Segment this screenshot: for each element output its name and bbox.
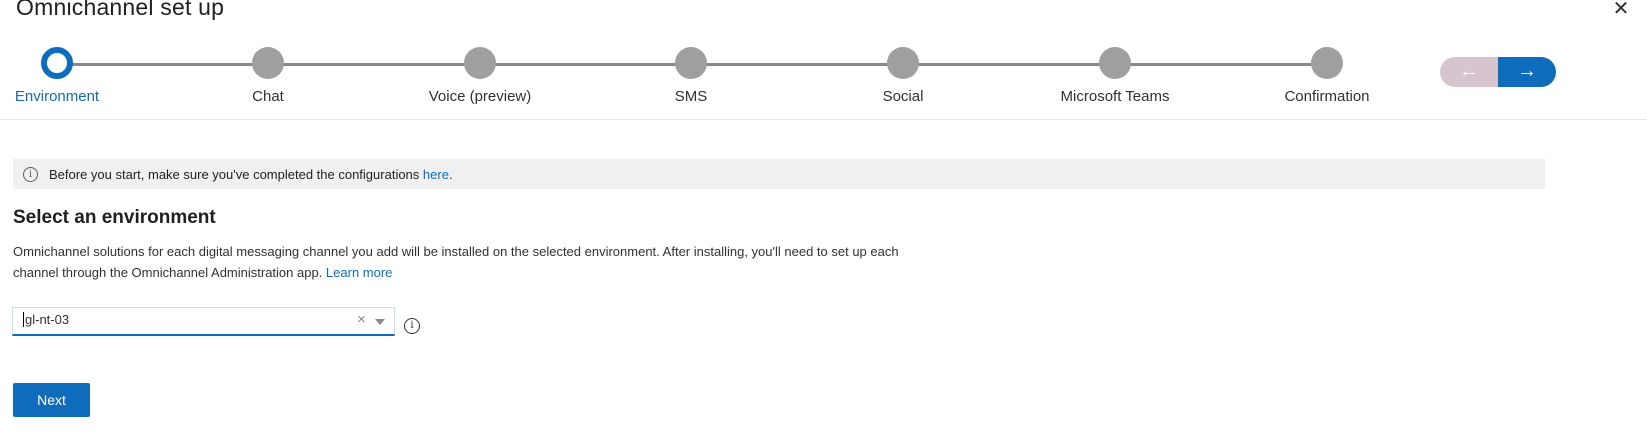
environment-info-icon[interactable]: i	[404, 318, 420, 334]
wizard-stepper: Environment Chat Voice (preview) SMS Soc…	[0, 0, 1420, 120]
description-text: Omnichannel solutions for each digital m…	[13, 244, 899, 280]
info-message-bar: i Before you start, make sure you've com…	[13, 159, 1545, 189]
step-social[interactable]: Social	[823, 47, 983, 105]
step-dot	[252, 47, 284, 79]
learn-more-link[interactable]: Learn more	[326, 265, 392, 280]
step-dot	[1099, 47, 1131, 79]
arrow-right-icon: →	[1517, 60, 1537, 82]
environment-combobox[interactable]: gl-nt-03 ×	[12, 307, 395, 336]
step-label: Environment	[14, 88, 100, 105]
step-label: Chat	[252, 88, 284, 105]
previous-step-button[interactable]: ←	[1440, 57, 1498, 87]
environment-input[interactable]: gl-nt-03	[23, 312, 69, 328]
step-sms[interactable]: SMS	[611, 47, 771, 105]
chevron-down-icon[interactable]	[375, 319, 385, 325]
info-icon: i	[23, 166, 38, 182]
section-title: Select an environment	[13, 207, 216, 228]
step-label: SMS	[674, 88, 708, 105]
section-description: Omnichannel solutions for each digital m…	[13, 241, 943, 283]
step-environment[interactable]: Environment	[0, 47, 137, 105]
step-label: Voice (preview)	[428, 88, 532, 105]
info-message-suffix: .	[448, 166, 453, 182]
step-dot	[1311, 47, 1343, 79]
text-caret	[23, 312, 24, 328]
step-dot	[675, 47, 707, 79]
clear-icon[interactable]: ×	[357, 311, 366, 328]
step-label: Confirmation	[1284, 88, 1370, 105]
step-dot	[887, 47, 919, 79]
step-label: Microsoft Teams	[1060, 88, 1170, 105]
step-microsoft-teams[interactable]: Microsoft Teams	[1035, 47, 1195, 105]
step-dot	[464, 47, 496, 79]
info-message-text: Before you start, make sure you've compl…	[49, 166, 423, 182]
close-icon[interactable]: ✕	[1611, 0, 1631, 20]
next-step-button[interactable]: →	[1498, 57, 1556, 87]
step-dot	[41, 47, 73, 79]
header-divider	[0, 119, 1647, 120]
configurations-link[interactable]: here	[423, 167, 449, 182]
environment-value: gl-nt-03	[25, 312, 70, 327]
step-confirmation[interactable]: Confirmation	[1247, 47, 1407, 105]
next-button[interactable]: Next	[13, 383, 90, 417]
step-chat[interactable]: Chat	[188, 47, 348, 105]
step-label: Social	[882, 88, 924, 105]
arrow-left-icon: ←	[1459, 60, 1479, 82]
step-voice[interactable]: Voice (preview)	[400, 47, 560, 105]
